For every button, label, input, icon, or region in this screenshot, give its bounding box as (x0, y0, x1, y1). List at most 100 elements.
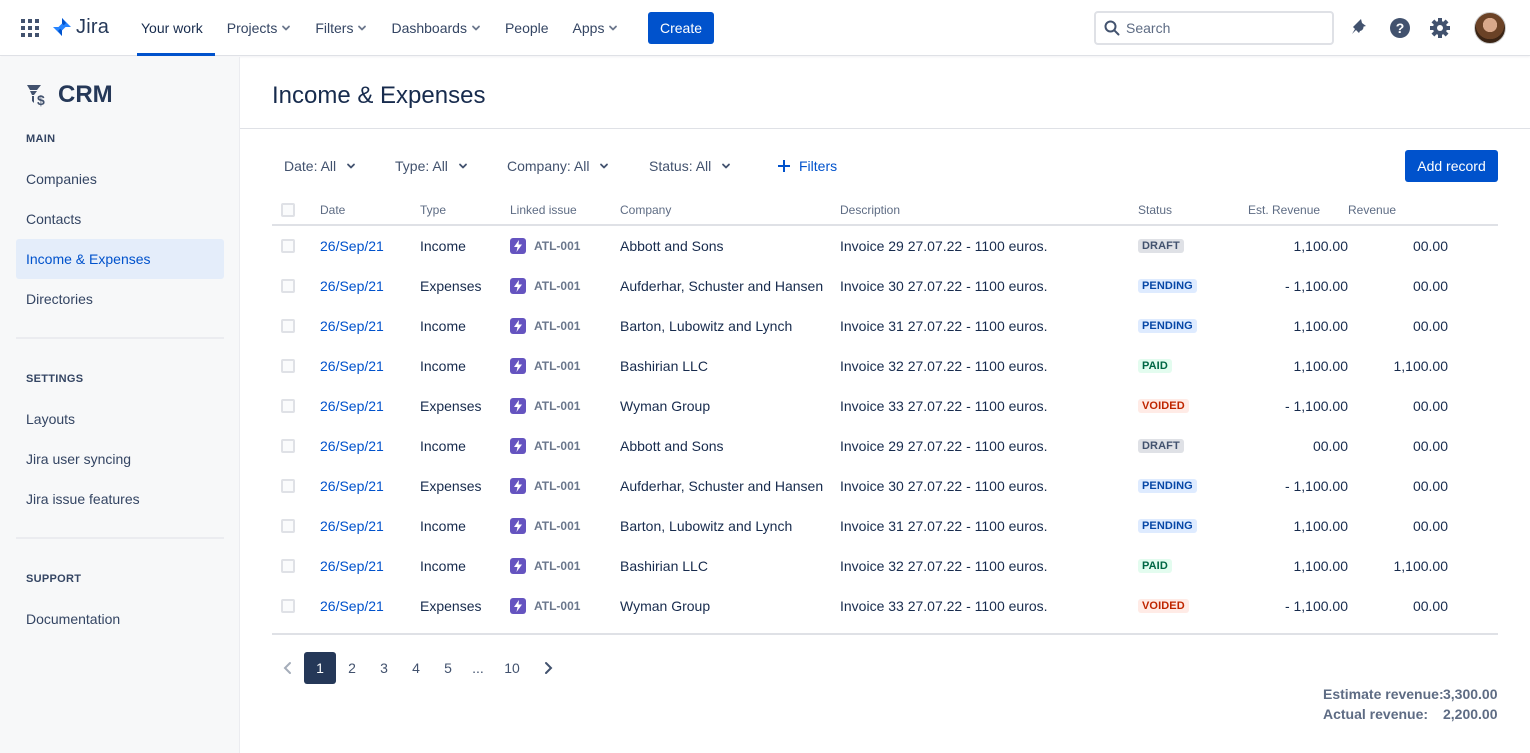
row-checkbox[interactable] (281, 519, 295, 533)
sidebar-item-jira-issue-features[interactable]: Jira issue features (16, 479, 224, 519)
nav-item-dashboards[interactable]: Dashboards (379, 0, 493, 56)
revenue-cell: 1,100.00 (1393, 558, 1449, 574)
title-divider (240, 128, 1530, 129)
notifications-icon[interactable] (1348, 16, 1372, 40)
row-checkbox[interactable] (281, 399, 295, 413)
linked-issue[interactable]: ATL-001 (510, 266, 580, 306)
date-link[interactable]: 26/Sep/21 (320, 306, 384, 346)
column-header-revenue[interactable]: Revenue (1348, 203, 1396, 217)
search-box[interactable] (1094, 11, 1334, 45)
filter-label: Company: All (507, 158, 590, 174)
chevron-left-icon (283, 662, 291, 674)
nav-item-your-work[interactable]: Your work (129, 0, 215, 56)
linked-issue[interactable]: ATL-001 (510, 586, 580, 626)
linked-issue[interactable]: ATL-001 (510, 306, 580, 346)
sidebar-item-income-expenses[interactable]: Income & Expenses (16, 239, 224, 279)
sidebar-item-documentation[interactable]: Documentation (16, 599, 224, 639)
page-button-3[interactable]: 3 (368, 652, 400, 684)
date-link[interactable]: 26/Sep/21 (320, 586, 384, 626)
linked-issue[interactable]: ATL-001 (510, 546, 580, 586)
page-button-4[interactable]: 4 (400, 652, 432, 684)
table-row[interactable]: 26/Sep/21 Expenses ATL-001 Wyman Group Invoi… (272, 386, 1498, 426)
sidebar-item-jira-user-syncing[interactable]: Jira user syncing (16, 439, 224, 479)
column-header-description[interactable]: Description (840, 203, 900, 217)
filter-type-dropdown[interactable]: Type: All (395, 156, 468, 176)
row-checkbox[interactable] (281, 479, 295, 493)
lightning-icon (510, 318, 526, 334)
linked-issue[interactable]: ATL-001 (510, 346, 580, 386)
sidebar-item-layouts[interactable]: Layouts (16, 399, 224, 439)
lightning-icon (510, 238, 526, 254)
company-cell: Aufderhar, Schuster and Hansen (620, 278, 824, 294)
table-row[interactable]: 26/Sep/21 Expenses ATL-001 Aufderhar, Schus… (272, 266, 1498, 306)
linked-issue[interactable]: ATL-001 (510, 426, 580, 466)
column-header-type[interactable]: Type (420, 203, 446, 217)
row-checkbox[interactable] (281, 599, 295, 613)
project-header[interactable]: $ CRM (26, 81, 113, 109)
row-checkbox[interactable] (281, 359, 295, 373)
est-revenue-cell: - 1,100.00 (1284, 598, 1348, 614)
revenue-cell: 00.00 (1412, 318, 1448, 334)
table-row[interactable]: 26/Sep/21 Expenses ATL-001 Wyman Group Invoi… (272, 586, 1498, 626)
column-header-company[interactable]: Company (620, 203, 671, 217)
status-cell: VOIDED (1138, 586, 1189, 626)
date-link[interactable]: 26/Sep/21 (320, 346, 384, 386)
column-header-est-revenue[interactable]: Est. Revenue (1248, 203, 1320, 217)
column-header-date[interactable]: Date (320, 203, 345, 217)
row-checkbox[interactable] (281, 439, 295, 453)
linked-issue[interactable]: ATL-001 (510, 386, 580, 426)
create-button[interactable]: Create (648, 12, 714, 44)
table-row[interactable]: 26/Sep/21 Income ATL-001 Abbott and Sons Inv… (272, 426, 1498, 466)
search-input[interactable] (1126, 20, 1316, 36)
linked-issue[interactable]: ATL-001 (510, 506, 580, 546)
sidebar-item-contacts[interactable]: Contacts (16, 199, 224, 239)
page-button-2[interactable]: 2 (336, 652, 368, 684)
app-switcher-icon[interactable] (21, 19, 39, 37)
add-filter-button[interactable]: Filters (777, 156, 837, 176)
nav-item-label: People (504, 20, 549, 36)
row-checkbox[interactable] (281, 319, 295, 333)
table-row[interactable]: 26/Sep/21 Expenses ATL-001 Aufderhar, Schus… (272, 466, 1498, 506)
nav-item-filters[interactable]: Filters (303, 0, 379, 56)
date-link[interactable]: 26/Sep/21 (320, 466, 384, 506)
filter-status-dropdown[interactable]: Status: All (649, 156, 731, 176)
date-link[interactable]: 26/Sep/21 (320, 386, 384, 426)
column-header-linked-issue[interactable]: Linked issue (510, 203, 577, 217)
page-button-10[interactable]: 10 (494, 652, 530, 684)
add-record-button[interactable]: Add record (1405, 150, 1498, 182)
filter-company-dropdown[interactable]: Company: All (507, 156, 609, 176)
date-link[interactable]: 26/Sep/21 (320, 506, 384, 546)
row-checkbox[interactable] (281, 279, 295, 293)
date-link[interactable]: 26/Sep/21 (320, 226, 384, 266)
linked-issue[interactable]: ATL-001 (510, 466, 580, 506)
select-all-checkbox[interactable] (281, 203, 295, 217)
user-avatar[interactable] (1474, 12, 1506, 44)
sidebar-item-companies[interactable]: Companies (16, 159, 224, 199)
table-row[interactable]: 26/Sep/21 Income ATL-001 Barton, Lubowitz a… (272, 506, 1498, 546)
page-button-1[interactable]: 1 (304, 652, 336, 684)
table-header: Date Type Linked issue Company Description St… (272, 194, 1498, 226)
row-checkbox[interactable] (281, 239, 295, 253)
jira-logo[interactable]: Jira (52, 16, 109, 39)
nav-item-people[interactable]: People (493, 0, 561, 56)
next-page-button[interactable] (536, 652, 560, 684)
table-row[interactable]: 26/Sep/21 Income ATL-001 Bashirian LLC Invoi… (272, 346, 1498, 386)
date-link[interactable]: 26/Sep/21 (320, 546, 384, 586)
sidebar-item-directories[interactable]: Directories (16, 279, 224, 319)
previous-page-button[interactable] (276, 652, 300, 684)
nav-item-projects[interactable]: Projects (215, 0, 304, 56)
table-row[interactable]: 26/Sep/21 Income ATL-001 Bashirian LLC Invoi… (272, 546, 1498, 586)
settings-icon[interactable] (1428, 16, 1452, 40)
date-link[interactable]: 26/Sep/21 (320, 266, 384, 306)
linked-issue[interactable]: ATL-001 (510, 226, 580, 266)
filter-date-dropdown[interactable]: Date: All (284, 156, 356, 176)
date-link[interactable]: 26/Sep/21 (320, 426, 384, 466)
column-header-status[interactable]: Status (1138, 203, 1172, 217)
issue-key: ATL-001 (534, 559, 581, 573)
table-row[interactable]: 26/Sep/21 Income ATL-001 Abbott and Sons Inv… (272, 226, 1498, 266)
nav-item-apps[interactable]: Apps (561, 0, 631, 56)
row-checkbox[interactable] (281, 559, 295, 573)
help-icon[interactable]: ? (1388, 16, 1412, 40)
page-button-5[interactable]: 5 (432, 652, 464, 684)
table-row[interactable]: 26/Sep/21 Income ATL-001 Barton, Lubowitz a… (272, 306, 1498, 346)
